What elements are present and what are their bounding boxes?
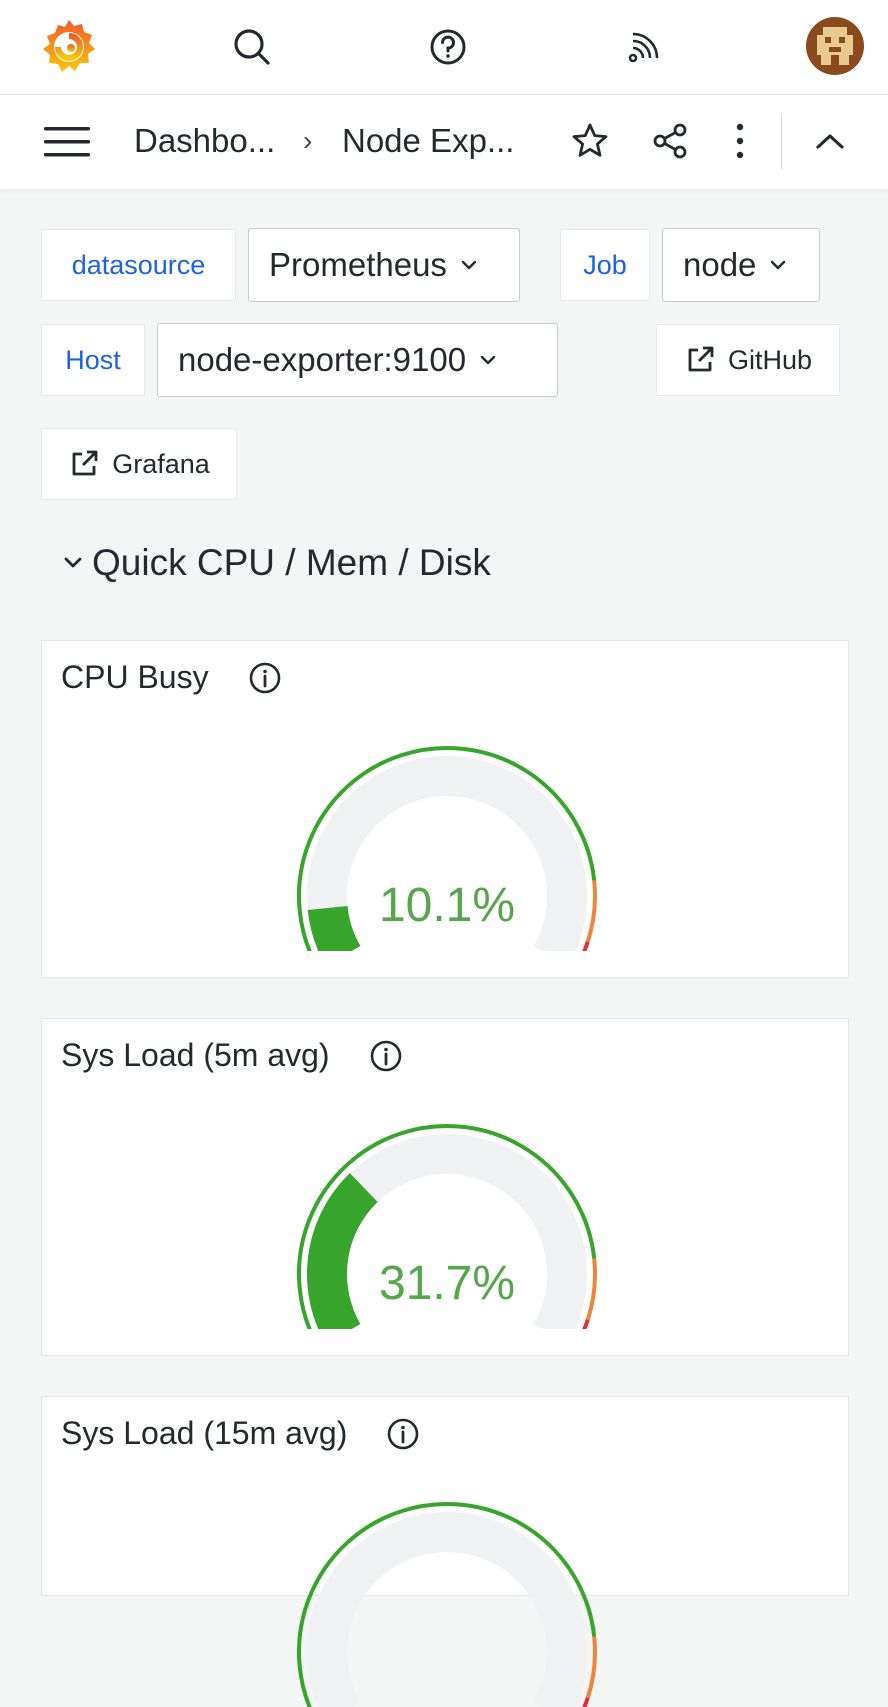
gauge-threshold-arc bbox=[585, 1636, 597, 1699]
chevron-up-icon[interactable] bbox=[802, 113, 858, 169]
external-link-icon bbox=[72, 450, 98, 476]
external-link-icon bbox=[688, 346, 714, 372]
grafana-logo-icon[interactable] bbox=[36, 14, 102, 80]
gauge-value-arc bbox=[307, 1173, 379, 1329]
variable-label-host: Host bbox=[41, 324, 145, 396]
gauge-sys-load-15m bbox=[297, 1502, 597, 1707]
gauge-value-text: 10.1% bbox=[379, 879, 515, 932]
job-select-value: node bbox=[683, 246, 757, 283]
panel-title: Sys Load (5m avg) bbox=[61, 1037, 330, 1073]
gauge-sys-load-5m: 31.7% bbox=[297, 1124, 597, 1329]
info-icon[interactable] bbox=[249, 662, 281, 694]
hamburger-menu-icon[interactable] bbox=[36, 113, 98, 171]
gauge-track bbox=[307, 1512, 587, 1707]
grafana-link-label: Grafana bbox=[112, 448, 210, 479]
chevron-down-icon bbox=[64, 557, 82, 568]
grafana-link-button[interactable]: Grafana bbox=[41, 428, 237, 500]
panel-sys-load-15m[interactable]: Sys Load (15m avg) bbox=[41, 1396, 849, 1707]
datasource-select-value: Prometheus bbox=[269, 246, 447, 283]
host-select[interactable]: node-exporter:9100 bbox=[157, 323, 558, 397]
breadcrumb-separator: › bbox=[303, 125, 313, 156]
dashboard-navbar: Dashbo... › Node Exp... bbox=[0, 95, 888, 189]
search-icon[interactable] bbox=[222, 17, 282, 77]
breadcrumb-current-dashboard[interactable]: Node Exp... bbox=[342, 122, 514, 160]
panel-title: Sys Load (15m avg) bbox=[61, 1415, 348, 1451]
info-icon[interactable] bbox=[370, 1040, 402, 1072]
share-icon[interactable] bbox=[642, 113, 698, 169]
help-icon[interactable] bbox=[418, 17, 478, 77]
user-avatar[interactable] bbox=[806, 17, 864, 75]
breadcrumb-dashboards[interactable]: Dashbo... bbox=[134, 122, 275, 160]
panel-header: CPU Busy bbox=[61, 659, 281, 696]
chevron-down-icon bbox=[770, 260, 786, 270]
github-link-label: GitHub bbox=[727, 344, 813, 375]
row-toggle-quick-cpu-mem-disk[interactable]: Quick CPU / Mem / Disk bbox=[62, 542, 491, 584]
host-select-value: node-exporter:9100 bbox=[178, 341, 467, 378]
gauge-value-text: 31.7% bbox=[379, 1257, 515, 1310]
datasource-select[interactable]: Prometheus bbox=[248, 228, 520, 302]
chevron-down-icon bbox=[461, 260, 477, 270]
gauge-cpu-busy: 10.1% bbox=[297, 746, 597, 951]
panel-sys-load-5m[interactable]: Sys Load (5m avg) 31.7% bbox=[41, 1018, 849, 1356]
rss-feed-icon[interactable] bbox=[614, 17, 674, 77]
gauge-value-arc bbox=[307, 905, 361, 951]
kebab-menu-icon[interactable] bbox=[712, 113, 768, 169]
variable-label-job: Job bbox=[560, 229, 650, 301]
info-icon[interactable] bbox=[387, 1418, 419, 1450]
github-link-button[interactable]: GitHub bbox=[656, 324, 840, 396]
star-icon[interactable] bbox=[562, 113, 618, 169]
panel-header: Sys Load (15m avg) bbox=[61, 1415, 419, 1452]
panel-cpu-busy[interactable]: CPU Busy 10.1% bbox=[41, 640, 849, 978]
job-select[interactable]: node bbox=[662, 228, 820, 302]
variable-label-datasource: datasource bbox=[41, 229, 236, 301]
panel-header: Sys Load (5m avg) bbox=[61, 1037, 402, 1074]
row-title: Quick CPU / Mem / Disk bbox=[92, 542, 491, 583]
gauge-threshold-arc bbox=[585, 880, 597, 943]
navbar-divider bbox=[781, 115, 782, 169]
chevron-down-icon bbox=[480, 355, 496, 365]
top-bar bbox=[0, 0, 888, 95]
panel-title: CPU Busy bbox=[61, 659, 209, 695]
gauge-threshold-arc bbox=[585, 1258, 597, 1321]
